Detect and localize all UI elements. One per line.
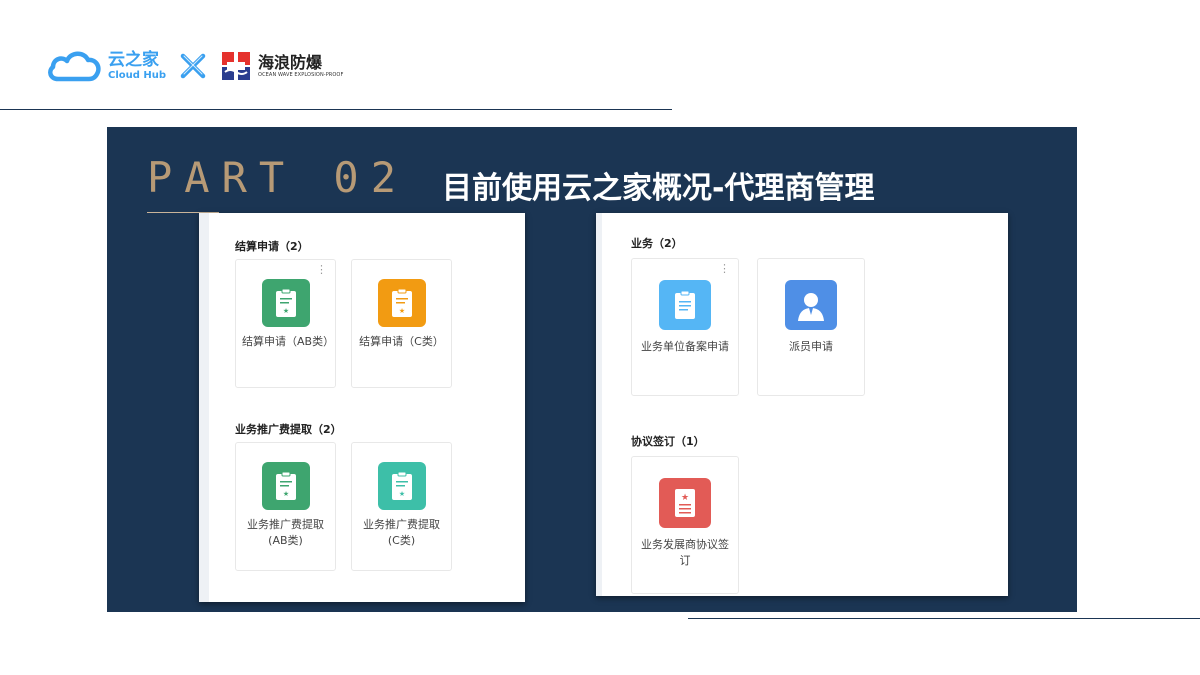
app-tile-promotion-ab[interactable]: ★ 业务推广费提取(AB类) — [235, 442, 336, 571]
cloudhub-name-en: Cloud Hub — [108, 69, 167, 81]
app-tile-settlement-ab[interactable]: ⋮ ★ 结算申请（AB类） — [235, 259, 336, 388]
partner-name-en: OCEAN WAVE EXPLOSION-PROOF — [258, 71, 344, 78]
app-label: 业务推广费提取(AB类) — [247, 518, 324, 547]
svg-text:★: ★ — [282, 307, 288, 315]
group-title: 协议签订（1） — [631, 435, 705, 448]
ocean-wave-emblem-icon — [222, 52, 251, 80]
app-label: 业务推广费提取(C类) — [363, 518, 440, 547]
left-app-card: 结算申请（2） ⋮ ★ 结算申请（AB类） ★ 结算申请（C类） 业务推广费提取… — [199, 213, 525, 602]
slide: 云之家 Cloud Hub 海浪防爆 OCEAN WAVE EXPLOSION-… — [0, 0, 1200, 675]
app-tile-dispatch-request[interactable]: 派员申请 — [757, 258, 865, 396]
document-star-icon: ★ — [261, 462, 310, 510]
cloudhub-logo: 云之家 Cloud Hub — [46, 49, 166, 83]
person-icon — [785, 280, 837, 330]
app-tile-agreement-signing[interactable]: ★ 业务发展商协议签订 — [631, 456, 739, 594]
app-tile-settlement-c[interactable]: ★ 结算申请（C类） — [351, 259, 452, 388]
ocean-wave-logo: 海浪防爆 OCEAN WAVE EXPLOSION-PROOF — [220, 50, 343, 82]
content-panel: PART 02 目前使用云之家概况-代理商管理 结算申请（2） ⋮ ★ 结算申请… — [107, 127, 1077, 612]
collaboration-x-icon — [180, 53, 206, 79]
bottom-divider — [688, 618, 1200, 619]
app-tile-business-registration[interactable]: ⋮ 业务单位备案申请 — [631, 258, 739, 396]
right-app-card: 业务（2） ⋮ 业务单位备案申请 派员申请 协议签订（1） ★ 业务发展商协议签… — [596, 213, 1008, 596]
app-label: 派员申请 — [789, 340, 833, 353]
group-title: 业务（2） — [631, 237, 683, 250]
document-star-icon: ★ — [377, 279, 426, 327]
app-label: 业务发展商协议签订 — [641, 538, 729, 567]
cloud-icon — [48, 51, 101, 82]
app-label: 结算申请（AB类） — [242, 335, 335, 348]
document-icon — [659, 280, 711, 330]
partner-name-cn: 海浪防爆 — [258, 52, 323, 72]
header-logos: 云之家 Cloud Hub 海浪防爆 OCEAN WAVE EXPLOSION-… — [46, 48, 343, 84]
svg-text:★: ★ — [681, 493, 689, 503]
svg-text:★: ★ — [398, 307, 404, 315]
svg-text:★: ★ — [282, 490, 288, 498]
group-title: 结算申请（2） — [235, 240, 309, 253]
panel-title: 目前使用云之家概况-代理商管理 — [442, 171, 875, 206]
app-tile-promotion-c[interactable]: ★ 业务推广费提取(C类) — [351, 442, 452, 571]
svg-text:★: ★ — [398, 490, 404, 498]
star-document-icon: ★ — [659, 478, 711, 528]
app-label: 结算申请（C类） — [359, 335, 444, 348]
group-title: 业务推广费提取（2） — [235, 423, 342, 436]
more-options-icon[interactable]: ⋮ — [316, 264, 327, 275]
app-label: 业务单位备案申请 — [641, 340, 729, 353]
document-star-icon: ★ — [261, 279, 310, 327]
more-options-icon[interactable]: ⋮ — [719, 263, 730, 274]
document-star-icon: ★ — [377, 462, 426, 510]
top-divider — [0, 109, 672, 110]
part-label: PART 02 — [147, 153, 409, 202]
cloudhub-name-cn: 云之家 — [108, 49, 159, 70]
